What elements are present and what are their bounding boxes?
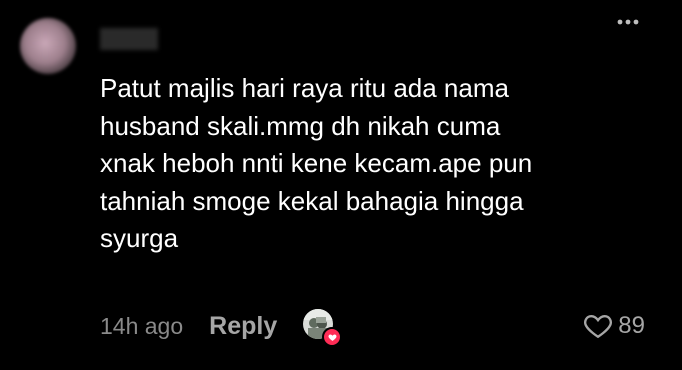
more-dots-icon <box>617 19 639 25</box>
reply-button[interactable]: Reply <box>209 312 277 341</box>
comment-timestamp: 14h ago <box>100 312 184 339</box>
username-redacted[interactable] <box>100 28 158 50</box>
comment-text: Patut majlis hari raya ritu ada nama hus… <box>100 73 533 253</box>
heart-outline-icon <box>584 315 613 339</box>
creator-liked-badge <box>303 309 343 347</box>
like-button[interactable]: 89 <box>584 312 645 340</box>
like-count: 89 <box>618 312 645 339</box>
creator-liked-heart-icon <box>322 327 343 347</box>
more-options-button[interactable] <box>614 12 642 32</box>
comment-meta: 14h ago Reply 89 <box>100 308 645 347</box>
avatar[interactable] <box>20 18 76 74</box>
